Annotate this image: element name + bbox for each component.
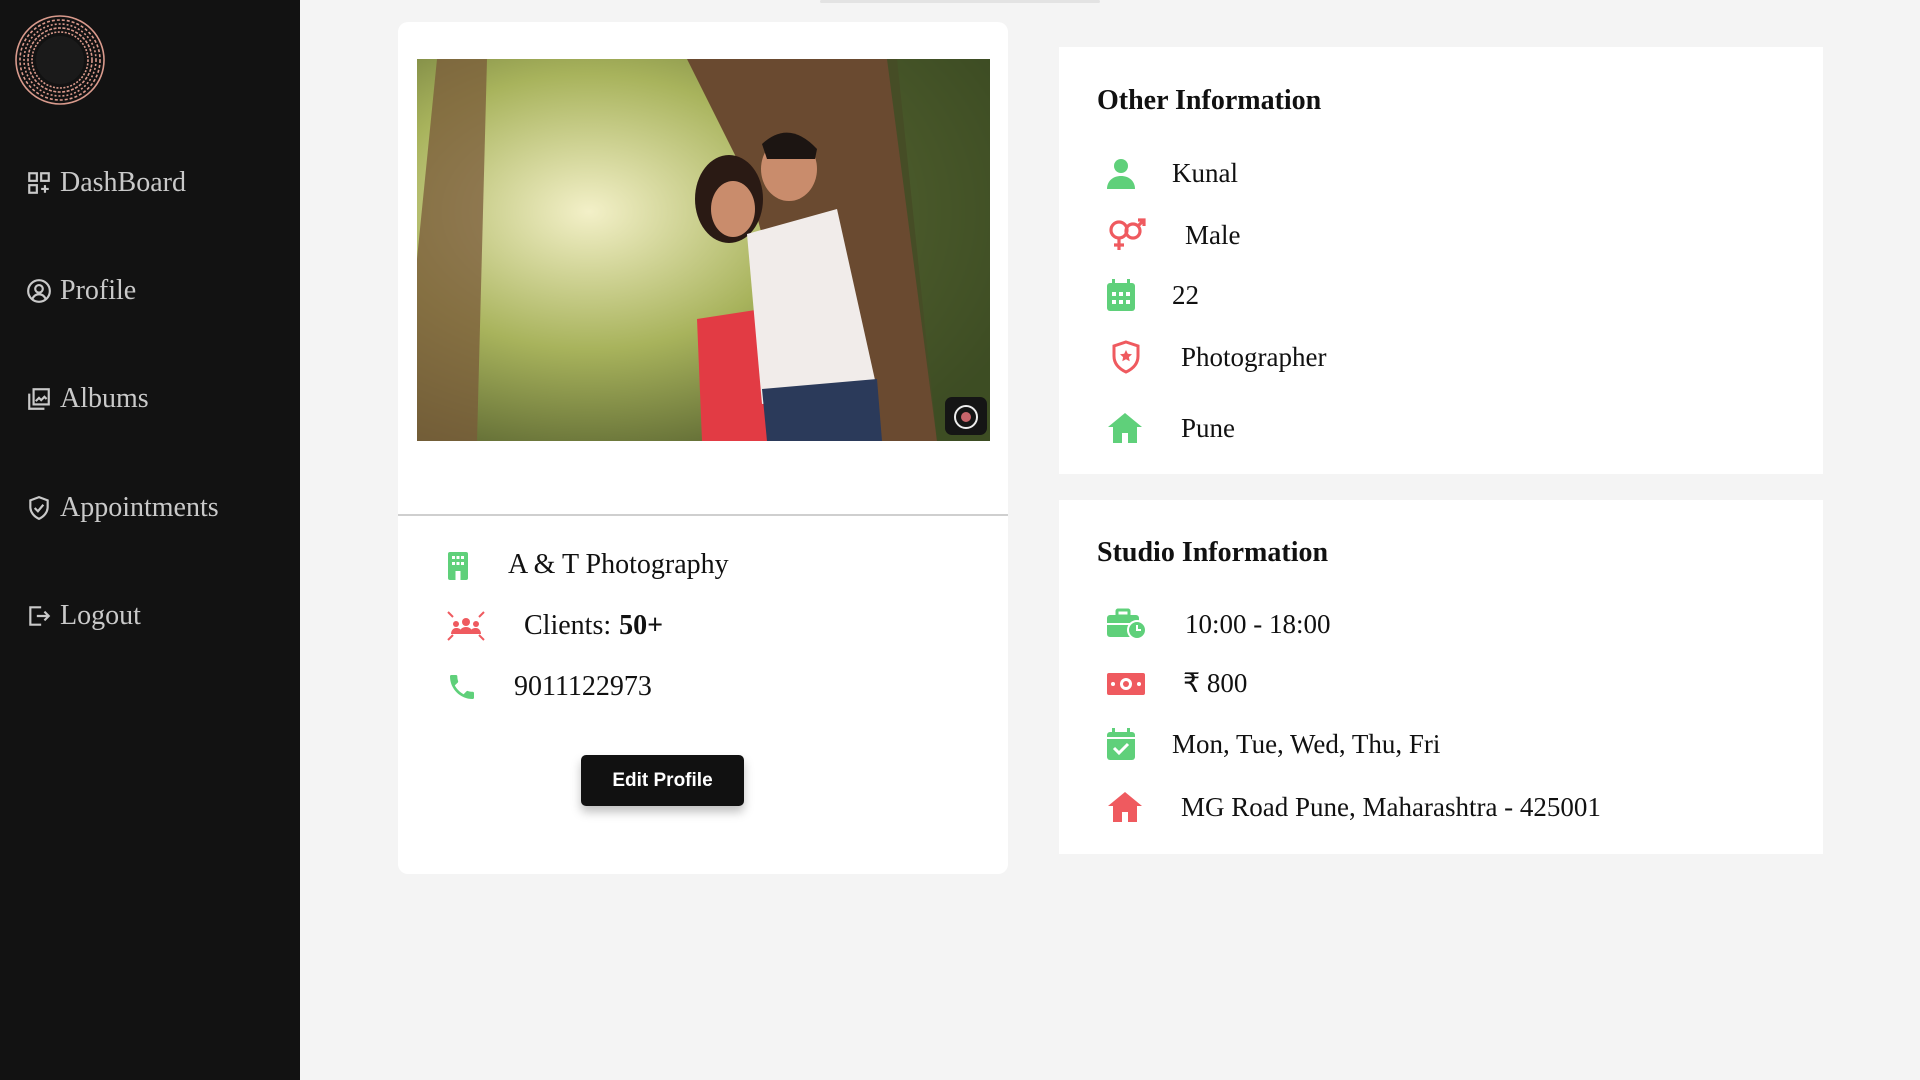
gender-row: Male: [1107, 218, 1240, 252]
city-row: Pune: [1107, 412, 1235, 444]
card-divider: [398, 514, 1008, 516]
hours-row: 10:00 - 18:00: [1107, 608, 1331, 640]
business-time-icon: [1107, 608, 1147, 640]
user-circle-icon: [27, 279, 51, 303]
name-row: Kunal: [1107, 157, 1238, 189]
couple-photo-image: [417, 59, 990, 441]
calendar-icon: [1107, 279, 1135, 311]
sidebar-item-label: Logout: [60, 600, 141, 631]
clients-row: Clients: 50+: [446, 610, 663, 642]
sidebar: DashBoard Profile Albums Appointments Lo…: [0, 0, 300, 1080]
dashboard-icon: [28, 172, 50, 194]
phone-icon: [450, 675, 474, 699]
other-information-card: Other Information Kunal Male 22 Photogra…: [1059, 47, 1823, 474]
studio-name: A & T Photography: [508, 549, 729, 580]
profile-card: A & T Photography Clients: 50+ 901112297…: [398, 22, 1008, 874]
profile-photo: [417, 59, 990, 441]
sidebar-item-profile[interactable]: Profile: [26, 275, 136, 307]
user-city: Pune: [1181, 412, 1235, 443]
studio-information-title: Studio Information: [1097, 537, 1329, 568]
sidebar-item-appointments[interactable]: Appointments: [26, 492, 219, 524]
studio-information-card: Studio Information 10:00 - 18:00 ₹ 800 M…: [1059, 500, 1823, 854]
user-gender: Male: [1185, 219, 1241, 250]
logout-icon: [29, 606, 51, 626]
user-name: Kunal: [1172, 157, 1238, 188]
address-row: MG Road Pune, Maharashtra - 425001: [1107, 791, 1601, 823]
sidebar-item-label: Profile: [60, 275, 137, 306]
gender-icon: [1109, 218, 1146, 250]
phone-number: 9011122973: [514, 671, 652, 702]
album-icon: [28, 388, 50, 410]
studio-price: ₹ 800: [1183, 668, 1248, 698]
calendar-check-icon: [1107, 728, 1135, 760]
sidebar-item-label: Albums: [60, 383, 149, 414]
home-icon: [1108, 792, 1142, 822]
sidebar-item-label: DashBoard: [60, 167, 186, 198]
price-row: ₹ 800: [1107, 668, 1247, 699]
studio-address: MG Road Pune, Maharashtra - 425001: [1181, 791, 1601, 822]
person-icon: [1107, 159, 1135, 189]
building-icon: [448, 552, 468, 580]
other-information-title: Other Information: [1097, 85, 1322, 116]
shield-star-icon: [1112, 340, 1140, 374]
clients-label: Clients:: [524, 610, 612, 641]
studio-hours: 10:00 - 18:00: [1185, 608, 1331, 639]
age-row: 22: [1107, 279, 1199, 311]
money-icon: [1107, 672, 1145, 695]
user-profession: Photographer: [1181, 341, 1327, 372]
home-icon: [1108, 413, 1142, 443]
phone-row: 9011122973: [446, 671, 652, 703]
days-row: Mon, Tue, Wed, Thu, Fri: [1107, 728, 1440, 760]
sidebar-item-dashboard[interactable]: DashBoard: [26, 167, 186, 199]
profession-row: Photographer: [1111, 340, 1326, 374]
spiral-logo-icon[interactable]: [14, 14, 106, 106]
user-age: 22: [1172, 279, 1199, 310]
shield-check-icon: [29, 496, 49, 521]
clients-value: 50+: [619, 610, 664, 641]
studio-days: Mon, Tue, Wed, Thu, Fri: [1172, 728, 1441, 759]
sidebar-item-logout[interactable]: Logout: [26, 600, 141, 632]
clients-group-icon: [447, 611, 485, 641]
sidebar-item-albums[interactable]: Albums: [26, 383, 149, 415]
scroll-hint-bar: [820, 0, 1100, 3]
edit-profile-button[interactable]: Edit Profile: [581, 755, 744, 806]
studio-name-row: A & T Photography: [446, 549, 729, 581]
sidebar-item-label: Appointments: [60, 492, 219, 523]
